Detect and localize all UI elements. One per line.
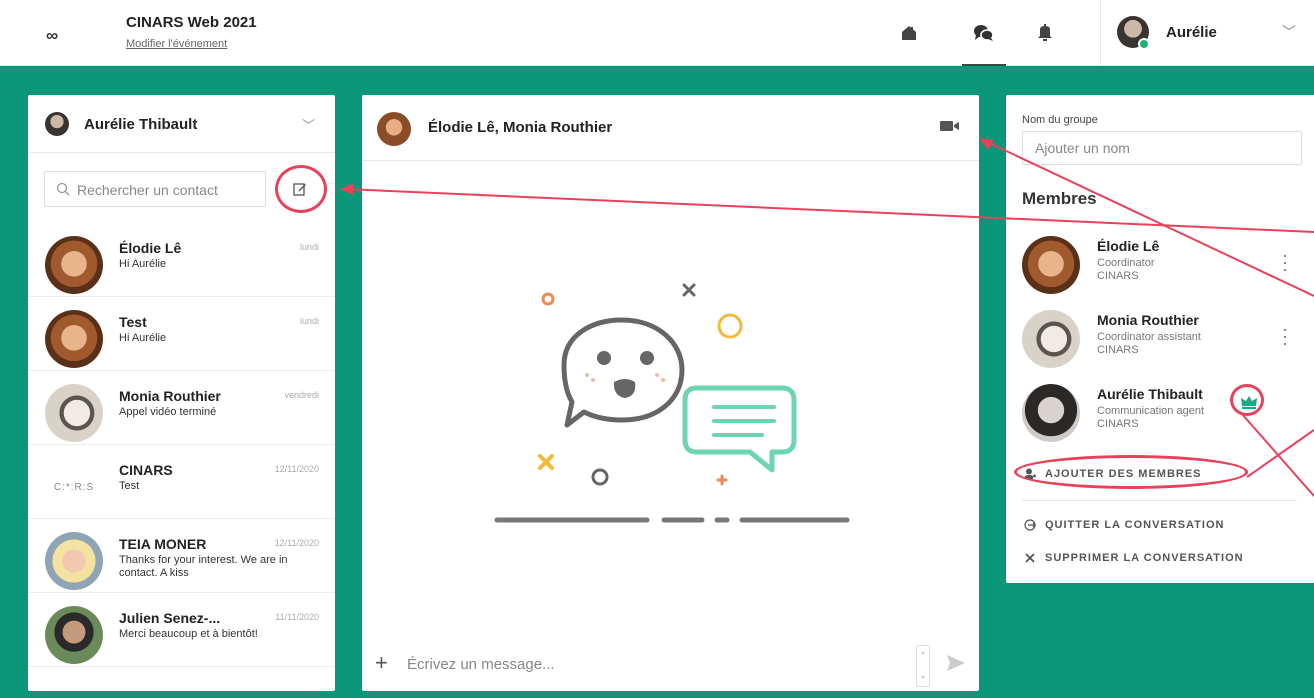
bell-icon[interactable] xyxy=(1034,22,1056,44)
top-bar: ∞ CINARS Web 2021 Modifier l'événement A… xyxy=(0,0,1314,66)
contact-name: Test xyxy=(119,314,147,330)
empty-chat-illustration xyxy=(494,283,850,523)
home-icon[interactable] xyxy=(898,22,920,44)
chevron-down-icon[interactable]: ﹀ xyxy=(302,115,315,134)
more-options-icon[interactable]: · · · xyxy=(1280,320,1290,352)
group-name-label: Nom du groupe xyxy=(1022,114,1098,126)
search-icon xyxy=(56,182,70,196)
member-name: Aurélie Thibault xyxy=(1097,386,1203,402)
conversation-panel: Élodie Lê, Monia Routhier + ⌃⌄ xyxy=(362,95,979,691)
delete-conversation-button[interactable]: SUPPRIMER LA CONVERSATION xyxy=(1024,552,1244,564)
member-org: CINARS xyxy=(1097,418,1139,430)
contacts-panel: Aurélie Thibault ﹀ Élodie Lê Hi Aurélie … xyxy=(28,95,335,691)
annotation-circle xyxy=(1230,384,1264,416)
close-icon xyxy=(1025,553,1035,563)
contact-name: CINARS xyxy=(119,462,173,478)
avatar xyxy=(45,532,103,590)
avatar xyxy=(45,112,69,136)
contact-last-message: Hi Aurélie xyxy=(119,258,167,270)
leave-icon xyxy=(1024,519,1036,531)
leave-conversation-label: QUITTER LA CONVERSATION xyxy=(1045,519,1225,531)
user-name[interactable]: Aurélie xyxy=(1166,24,1217,41)
contact-date: 11/11/2020 xyxy=(275,612,319,622)
group-name-input[interactable] xyxy=(1022,131,1302,165)
plus-icon[interactable]: + xyxy=(375,650,388,676)
member-item: Élodie Lê Coordinator CINARS · · · xyxy=(1006,236,1314,306)
avatar xyxy=(45,310,103,368)
video-call-icon[interactable] xyxy=(940,119,960,133)
avatar xyxy=(377,112,411,146)
contact-item[interactable]: Test Hi Aurélie lundi xyxy=(28,297,335,371)
contact-name: TEIA MONER xyxy=(119,536,207,552)
contact-name: Julien Senez-... xyxy=(119,610,221,626)
chat-icon[interactable] xyxy=(973,22,995,44)
conversation-header: Élodie Lê, Monia Routhier xyxy=(362,95,979,161)
search-input[interactable] xyxy=(77,180,262,200)
send-icon[interactable] xyxy=(947,655,965,671)
divider xyxy=(1022,500,1297,501)
contact-last-message: Test xyxy=(119,480,140,492)
contact-date: vendredi xyxy=(284,390,319,400)
contact-last-message: Merci beaucoup et à bientôt! xyxy=(119,628,258,640)
edit-event-link[interactable]: Modifier l'événement xyxy=(126,38,227,50)
avatar xyxy=(45,384,103,442)
account-name: Aurélie Thibault xyxy=(84,116,198,133)
annotation-circle xyxy=(275,165,327,213)
contact-item[interactable]: Julien Senez-... Merci beaucoup et à bie… xyxy=(28,593,335,667)
members-title: Membres xyxy=(1022,189,1097,208)
contact-date: 12/11/2020 xyxy=(274,538,319,548)
message-composer: + ⌃⌄ xyxy=(362,643,979,691)
contact-name: Monia Routhier xyxy=(119,388,221,404)
member-name: Élodie Lê xyxy=(1097,238,1160,254)
delete-conversation-label: SUPPRIMER LA CONVERSATION xyxy=(1045,552,1244,564)
contact-item[interactable]: Monia Routhier Appel vidéo terminé vendr… xyxy=(28,371,335,445)
conversation-title: Élodie Lê, Monia Routhier xyxy=(428,119,613,136)
member-item: Monia Routhier Coordinator assistant CIN… xyxy=(1006,310,1314,380)
contact-item[interactable]: Élodie Lê Hi Aurélie lundi xyxy=(28,223,335,297)
avatar xyxy=(45,236,103,294)
member-role: Communication agent xyxy=(1097,405,1205,417)
cinars-logo: C:*:R:S xyxy=(45,458,103,516)
contact-last-message: Thanks for your interest. We are in cont… xyxy=(119,554,288,579)
contact-last-message: Hi Aurélie xyxy=(119,332,167,344)
contact-date: lundi xyxy=(299,242,319,252)
avatar xyxy=(1022,236,1080,294)
member-role: Coordinator assistant xyxy=(1097,331,1201,343)
contact-item[interactable]: TEIA MONER Thanks for your interest. We … xyxy=(28,519,335,593)
member-org: CINARS xyxy=(1097,344,1139,356)
avatar xyxy=(1022,384,1080,442)
online-status-badge xyxy=(1138,38,1150,50)
contact-name: Élodie Lê xyxy=(119,240,182,256)
event-title: CINARS Web 2021 xyxy=(126,14,257,31)
member-org: CINARS xyxy=(1097,270,1139,282)
input-scrollbar[interactable]: ⌃ ⌄ xyxy=(916,645,930,687)
app-logo[interactable]: ∞ xyxy=(46,26,58,46)
contact-last-message: Appel vidéo terminé xyxy=(119,406,217,418)
member-name: Monia Routhier xyxy=(1097,312,1199,328)
member-item: Aurélie Thibault Communication agent CIN… xyxy=(1006,384,1314,454)
avatar xyxy=(1022,310,1080,368)
search-box xyxy=(44,171,266,207)
chevron-down-icon[interactable]: ﹀ xyxy=(1282,22,1296,42)
contact-item[interactable]: C:*:R:S CINARS Test 12/11/2020 xyxy=(28,445,335,519)
annotation-circle xyxy=(1014,455,1248,489)
header-divider xyxy=(1100,0,1101,66)
contact-date: lundi xyxy=(299,316,319,326)
more-options-icon[interactable]: · · · xyxy=(1280,246,1290,278)
member-role: Coordinator xyxy=(1097,257,1155,269)
account-selector[interactable]: Aurélie Thibault ﹀ xyxy=(28,95,335,153)
group-panel: Nom du groupe Membres Élodie Lê Coordina… xyxy=(1006,95,1314,583)
message-input[interactable] xyxy=(407,653,907,675)
contact-date: 12/11/2020 xyxy=(274,464,319,474)
avatar xyxy=(45,606,103,664)
leave-conversation-button[interactable]: QUITTER LA CONVERSATION xyxy=(1024,519,1224,531)
